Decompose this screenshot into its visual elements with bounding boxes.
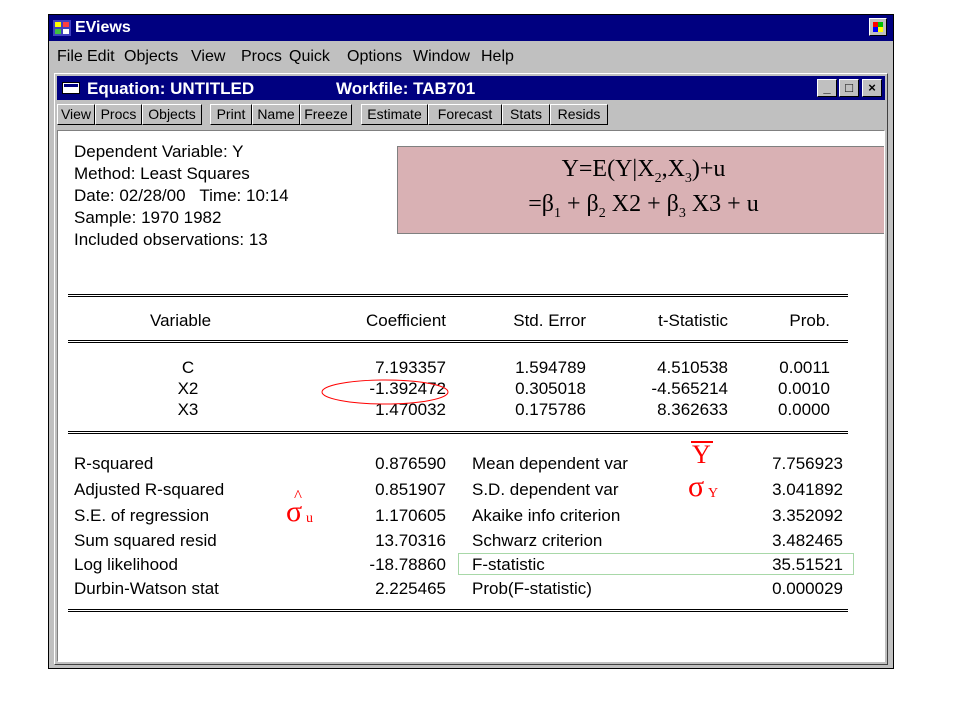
equation-toolbar: View Procs Objects Print Name Freeze Est…	[57, 102, 885, 128]
eviews-logo-icon	[53, 20, 71, 36]
toolbar-print-button[interactable]: Print	[210, 104, 252, 125]
menu-help[interactable]: Help	[481, 48, 514, 66]
toolbar-objects-button[interactable]: Objects	[142, 104, 202, 125]
col-variable: Variable	[150, 311, 212, 330]
equation-line-1: Y=E(Y|X2,X3)+u	[561, 156, 726, 186]
dependent-variable: Dependent Variable: Y	[74, 142, 244, 161]
eviews-window: EViews File Edit Objects View Procs Quic…	[48, 14, 894, 669]
menu-edit[interactable]: Edit	[87, 48, 115, 66]
observations: Included observations: 13	[74, 230, 268, 249]
toolbar-procs-button[interactable]: Procs	[95, 104, 142, 125]
restore-icon	[873, 22, 883, 32]
menu-objects[interactable]: Objects	[124, 48, 178, 66]
divider	[68, 431, 848, 434]
divider	[68, 340, 848, 343]
menu-window[interactable]: Window	[413, 48, 470, 66]
menu-options[interactable]: Options	[347, 48, 402, 66]
col-t-statistic: t-Statistic	[658, 311, 728, 330]
method: Method: Least Squares	[74, 164, 250, 183]
equation-output: Dependent Variable: Y Method: Least Squa…	[57, 130, 885, 662]
workfile-title: Workfile: TAB701	[336, 79, 476, 98]
divider	[68, 294, 848, 297]
model-equation-box: Y=E(Y|X2,X3)+u =β1 + β2 X2 + β3 X3 + u	[397, 146, 884, 234]
close-button[interactable]: ×	[862, 79, 882, 97]
col-coefficient: Coefficient	[365, 311, 446, 330]
sample: Sample: 1970 1982	[74, 208, 222, 227]
equation-title: Equation: UNTITLED	[87, 79, 255, 98]
app-titlebar: EViews	[49, 15, 893, 41]
menu-view[interactable]: View	[191, 48, 225, 66]
estimation-header: Dependent Variable: Y Method: Least Squa…	[74, 141, 289, 251]
maximize-button[interactable]: □	[839, 79, 859, 97]
col-std-error: Std. Error	[513, 311, 586, 330]
toolbar-resids-button[interactable]: Resids	[550, 104, 608, 125]
date-time: Date: 02/28/00 Time: 10:14	[74, 186, 289, 205]
toolbar-freeze-button[interactable]: Freeze	[300, 104, 352, 125]
minimize-button[interactable]: _	[817, 79, 837, 97]
toolbar-name-button[interactable]: Name	[252, 104, 300, 125]
menu-quick[interactable]: Quick	[289, 48, 330, 66]
toolbar-stats-button[interactable]: Stats	[502, 104, 550, 125]
toolbar-forecast-button[interactable]: Forecast	[428, 104, 502, 125]
divider	[68, 609, 848, 612]
equation-titlebar: Equation: UNTITLED Workfile: TAB701 _ □ …	[57, 76, 885, 100]
app-restore-button[interactable]	[869, 18, 887, 36]
window-icon	[62, 82, 80, 94]
menu-file[interactable]: File	[57, 48, 83, 66]
toolbar-view-button[interactable]: View	[57, 104, 95, 125]
menubar: File Edit Objects View Procs Quick Optio…	[49, 42, 893, 70]
menu-procs[interactable]: Procs	[241, 48, 282, 66]
equation-line-2: =β1 + β2 X2 + β3 X3 + u	[528, 191, 759, 221]
equation-window: Equation: UNTITLED Workfile: TAB701 _ □ …	[54, 73, 888, 665]
app-title: EViews	[75, 19, 131, 36]
coefficient-highlight-ellipse	[321, 379, 449, 405]
col-prob: Prob.	[789, 311, 830, 330]
toolbar-estimate-button[interactable]: Estimate	[361, 104, 428, 125]
